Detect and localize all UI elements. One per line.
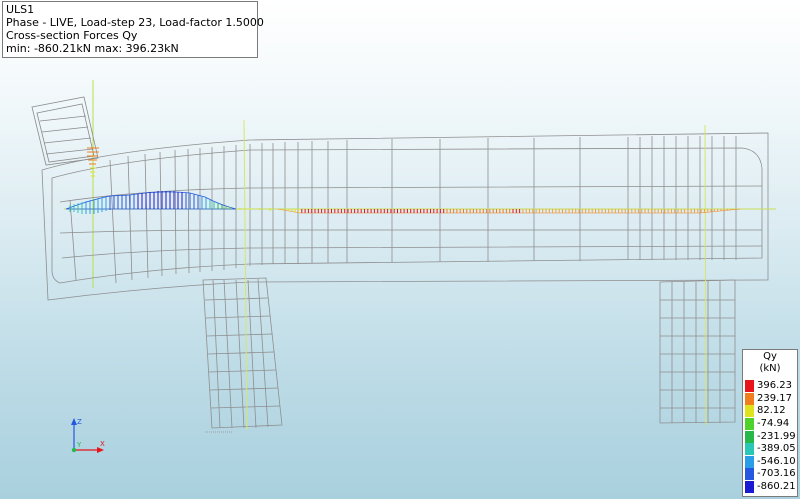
legend-swatch: [745, 405, 754, 418]
legend-entry: -389.05: [745, 443, 796, 456]
model-viewport[interactable]: [0, 0, 800, 499]
left-column: [202, 277, 283, 433]
guide-line: [243, 119, 248, 431]
x-axis-label: X: [100, 440, 105, 448]
axis-triad: Z X Y: [71, 418, 105, 453]
right-column: [659, 279, 736, 424]
y-axis-label: Y: [76, 441, 82, 449]
legend-unit: (kN): [759, 363, 781, 374]
color-legend: Qy (kN) 396.23 239.17 82.12 -74.94 -231.99 -3…: [742, 349, 798, 497]
legend-entry: -703.16: [745, 468, 796, 481]
legend-entry: 239.17: [745, 392, 796, 406]
legend-value: -74.94: [757, 418, 790, 430]
stair-flight: [31, 96, 99, 166]
legend-value: -389.05: [757, 443, 796, 455]
legend-title: Qy: [763, 351, 777, 362]
legend-swatch: [745, 392, 754, 405]
legend-swatch: [745, 455, 754, 468]
legend-entry: 82.12: [745, 405, 796, 418]
legend-swatch: [745, 481, 754, 494]
legend-value: 396.23: [757, 380, 792, 392]
legend-swatch: [745, 430, 754, 443]
z-axis-label: Z: [77, 418, 82, 426]
legend-entry: -74.94: [745, 418, 796, 431]
legend-value: 82.12: [757, 405, 786, 417]
legend-swatch: [745, 443, 754, 456]
slab-structure: [41, 132, 769, 301]
legend-value: -860.21: [757, 481, 796, 493]
legend-value: -703.16: [757, 468, 796, 480]
legend-swatch: [745, 418, 754, 431]
legend-swatch: [745, 380, 754, 393]
legend-entry: -231.99: [745, 430, 796, 443]
legend-value: 239.17: [757, 392, 792, 404]
legend-value: -546.10: [757, 455, 796, 467]
y-axis-icon: [71, 447, 77, 453]
legend-entry: -860.21: [745, 481, 796, 494]
legend-entry: 396.23: [745, 380, 796, 393]
legend-entry: -546.10: [745, 455, 796, 469]
guide-line: [704, 124, 707, 426]
legend-value: -231.99: [757, 430, 796, 442]
legend-swatch: [745, 468, 754, 481]
